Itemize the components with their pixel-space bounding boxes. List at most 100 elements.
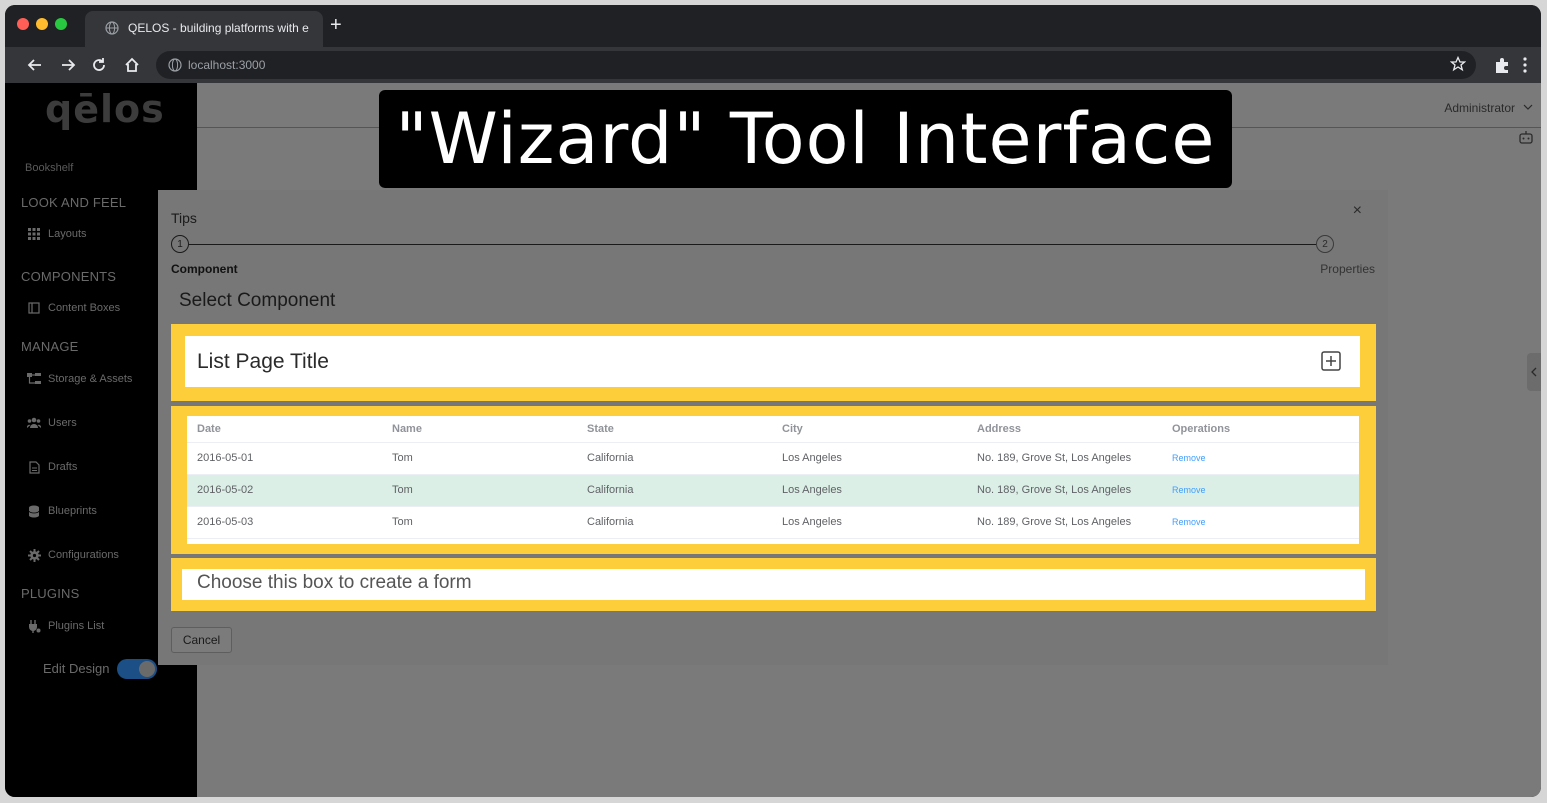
tab-bar: QELOS - building platforms with e + bbox=[5, 5, 1541, 47]
component-option-form[interactable]: Choose this box to create a form bbox=[171, 558, 1376, 611]
cell-address: No. 189, Grove St, Los Angeles bbox=[967, 506, 1162, 539]
edit-design-toggle[interactable] bbox=[117, 659, 157, 679]
data-table: Date Name State City Address Operations … bbox=[187, 416, 1359, 539]
document-icon bbox=[27, 460, 41, 474]
reload-icon[interactable] bbox=[89, 55, 109, 75]
sidebar-item-label: Blueprints bbox=[48, 505, 97, 517]
sidebar-item-content-boxes[interactable]: Content Boxes bbox=[27, 299, 120, 317]
list-page-title: List Page Title bbox=[197, 350, 329, 373]
column-header: State bbox=[577, 416, 772, 443]
plug-icon bbox=[27, 619, 41, 633]
sidebar-item-label: Content Boxes bbox=[48, 302, 121, 314]
user-menu[interactable]: Administrator bbox=[1444, 101, 1515, 115]
robot-icon[interactable] bbox=[1517, 129, 1535, 147]
column-header: Operations bbox=[1162, 416, 1359, 443]
section-look-and-feel: LOOK AND FEEL bbox=[21, 195, 127, 210]
banner-title: "Wizard" Tool Interface bbox=[395, 98, 1216, 180]
plus-square-icon[interactable] bbox=[1320, 350, 1342, 372]
close-window-button[interactable] bbox=[17, 18, 29, 30]
table-row: 2016-05-02 Tom California Los Angeles No… bbox=[187, 474, 1359, 507]
toggle-knob bbox=[139, 661, 155, 677]
sidebar-item-label: Plugins List bbox=[48, 620, 105, 632]
cell-name: Tom bbox=[382, 506, 577, 539]
home-icon[interactable] bbox=[122, 55, 142, 75]
table-row: 2016-05-01 Tom California Los Angeles No… bbox=[187, 442, 1359, 475]
table-header-row: Date Name State City Address Operations bbox=[187, 416, 1359, 443]
edit-design-label: Edit Design bbox=[43, 661, 110, 676]
grid-icon bbox=[27, 227, 41, 241]
cell-state: California bbox=[577, 506, 772, 539]
sidebar-item-label: Drafts bbox=[48, 461, 78, 473]
browser-tab[interactable]: QELOS - building platforms with e bbox=[85, 11, 323, 47]
column-header: Address bbox=[967, 416, 1162, 443]
component-option-list-title[interactable]: List Page Title bbox=[171, 324, 1376, 401]
chevron-left-icon bbox=[1531, 367, 1537, 377]
browser-toolbar: localhost:3000 bbox=[5, 47, 1541, 83]
option-preview: Date Name State City Address Operations … bbox=[187, 416, 1359, 544]
sitemap-icon bbox=[27, 372, 41, 386]
forward-arrow-icon[interactable] bbox=[58, 55, 78, 75]
sidebar-item-configurations[interactable]: Configurations bbox=[27, 546, 119, 564]
steps-connector bbox=[189, 244, 1316, 245]
cell-date: 2016-05-02 bbox=[187, 474, 382, 507]
step-2-label: Properties bbox=[1320, 262, 1375, 276]
globe-icon bbox=[105, 21, 119, 35]
cell-date: 2016-05-01 bbox=[187, 442, 382, 475]
sidebar-item-label: Users bbox=[48, 417, 77, 429]
database-icon bbox=[27, 504, 41, 518]
maximize-window-button[interactable] bbox=[55, 18, 67, 30]
cell-name: Tom bbox=[382, 442, 577, 475]
sidebar-item-drafts[interactable]: Drafts bbox=[27, 458, 77, 476]
cell-name: Tom bbox=[382, 474, 577, 507]
sidebar-item-layouts[interactable]: Layouts bbox=[27, 225, 87, 243]
step-2-indicator: 2 bbox=[1316, 235, 1334, 253]
cell-state: California bbox=[577, 442, 772, 475]
collapse-panel-handle[interactable] bbox=[1527, 353, 1541, 391]
cell-city: Los Angeles bbox=[772, 506, 967, 539]
extensions-puzzle-icon[interactable] bbox=[1493, 56, 1511, 74]
wizard-dialog: Tips × 1 2 Component Properties Select C… bbox=[158, 190, 1388, 665]
new-tab-button[interactable]: + bbox=[330, 15, 342, 35]
bookmark-star-icon[interactable] bbox=[1450, 56, 1466, 72]
site-info-icon[interactable] bbox=[168, 58, 182, 72]
cell-city: Los Angeles bbox=[772, 442, 967, 475]
gear-icon bbox=[27, 548, 41, 562]
option-preview: Choose this box to create a form bbox=[182, 569, 1365, 600]
cancel-button[interactable]: Cancel bbox=[171, 627, 232, 653]
qelos-logo[interactable]: qēlos bbox=[45, 87, 165, 131]
form-option-label: Choose this box to create a form bbox=[197, 572, 472, 593]
sidebar-item-users[interactable]: Users bbox=[27, 414, 77, 432]
chevron-down-icon[interactable] bbox=[1523, 103, 1533, 111]
remove-link[interactable]: Remove bbox=[1172, 517, 1206, 527]
address-bar[interactable]: localhost:3000 bbox=[156, 51, 1476, 79]
remove-link[interactable]: Remove bbox=[1172, 485, 1206, 495]
sidebar-item-storage[interactable]: Storage & Assets bbox=[27, 370, 132, 388]
browser-menu-icon[interactable] bbox=[1520, 56, 1530, 74]
select-component-heading: Select Component bbox=[179, 290, 336, 311]
column-header: Date bbox=[187, 416, 382, 443]
sidebar-item-plugins-list[interactable]: Plugins List bbox=[27, 617, 104, 635]
sidebar-item-bookshelf[interactable]: Bookshelf bbox=[25, 162, 73, 174]
section-components: COMPONENTS bbox=[21, 269, 117, 284]
dialog-title: Tips bbox=[171, 210, 197, 226]
component-option-table[interactable]: Date Name State City Address Operations … bbox=[171, 406, 1376, 554]
step-1-indicator: 1 bbox=[171, 235, 189, 253]
cell-city: Los Angeles bbox=[772, 474, 967, 507]
sidebar-item-label: Layouts bbox=[48, 228, 87, 240]
close-icon[interactable]: × bbox=[1353, 202, 1362, 220]
column-header: Name bbox=[382, 416, 577, 443]
minimize-window-button[interactable] bbox=[36, 18, 48, 30]
back-arrow-icon[interactable] bbox=[25, 55, 45, 75]
sidebar-item-blueprints[interactable]: Blueprints bbox=[27, 502, 97, 520]
remove-link[interactable]: Remove bbox=[1172, 453, 1206, 463]
cell-date: 2016-05-03 bbox=[187, 506, 382, 539]
cell-address: No. 189, Grove St, Los Angeles bbox=[967, 442, 1162, 475]
cell-state: California bbox=[577, 474, 772, 507]
step-1-label: Component bbox=[171, 262, 238, 276]
title-banner: "Wizard" Tool Interface bbox=[379, 90, 1232, 188]
cell-address: No. 189, Grove St, Los Angeles bbox=[967, 474, 1162, 507]
table-row: 2016-05-03 Tom California Los Angeles No… bbox=[187, 506, 1359, 539]
browser-window: QELOS - building platforms with e + loca… bbox=[5, 5, 1541, 797]
column-header: City bbox=[772, 416, 967, 443]
url-text: localhost:3000 bbox=[188, 58, 266, 72]
